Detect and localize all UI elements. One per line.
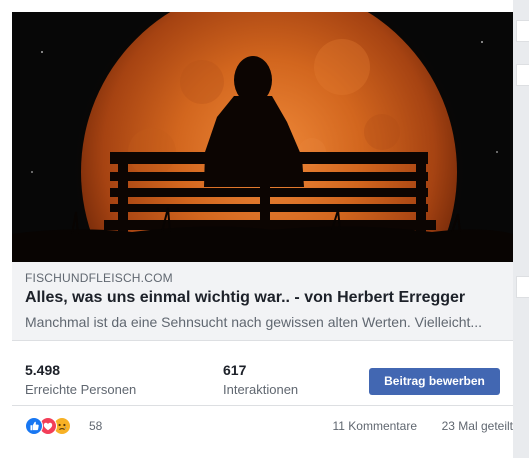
link-domain: FISCHUNDFLEISCH.COM [25, 271, 173, 285]
post-footer: 58 11 Kommentare 23 Mal geteilt [12, 414, 513, 438]
link-title[interactable]: Alles, was uns einmal wichtig war.. - vo… [25, 289, 465, 307]
like-icon [25, 417, 43, 435]
shares-count-link[interactable]: 23 Mal geteilt [442, 419, 513, 433]
comments-count-link[interactable]: 11 Kommentare [333, 419, 418, 433]
divider [12, 405, 513, 406]
link-description: Manchmal ist da eine Sehnsucht nach gewi… [25, 314, 483, 330]
link-preview-image[interactable] [12, 12, 513, 262]
engagement-value: 617 [223, 362, 247, 378]
reach-value: 5.498 [25, 362, 61, 378]
moon-bench-silhouette-image [12, 12, 513, 262]
reaction-count: 58 [89, 419, 103, 433]
page-scroll-gutter [513, 0, 529, 458]
link-preview-text[interactable]: FISCHUNDFLEISCH.COM Alles, was uns einma… [12, 262, 513, 341]
engagement-label: Interaktionen [223, 382, 299, 397]
boost-post-button[interactable]: Beitrag bewerben [369, 368, 500, 395]
reach-label: Erreichte Personen [25, 382, 137, 397]
gutter-tab [516, 20, 529, 42]
left-edge [0, 0, 12, 458]
gutter-tab [516, 64, 529, 86]
gutter-tab [516, 276, 529, 298]
post-insights: 5.498 Erreichte Personen 617 Interaktion… [12, 352, 513, 398]
post-card: FISCHUNDFLEISCH.COM Alles, was uns einma… [12, 0, 513, 458]
